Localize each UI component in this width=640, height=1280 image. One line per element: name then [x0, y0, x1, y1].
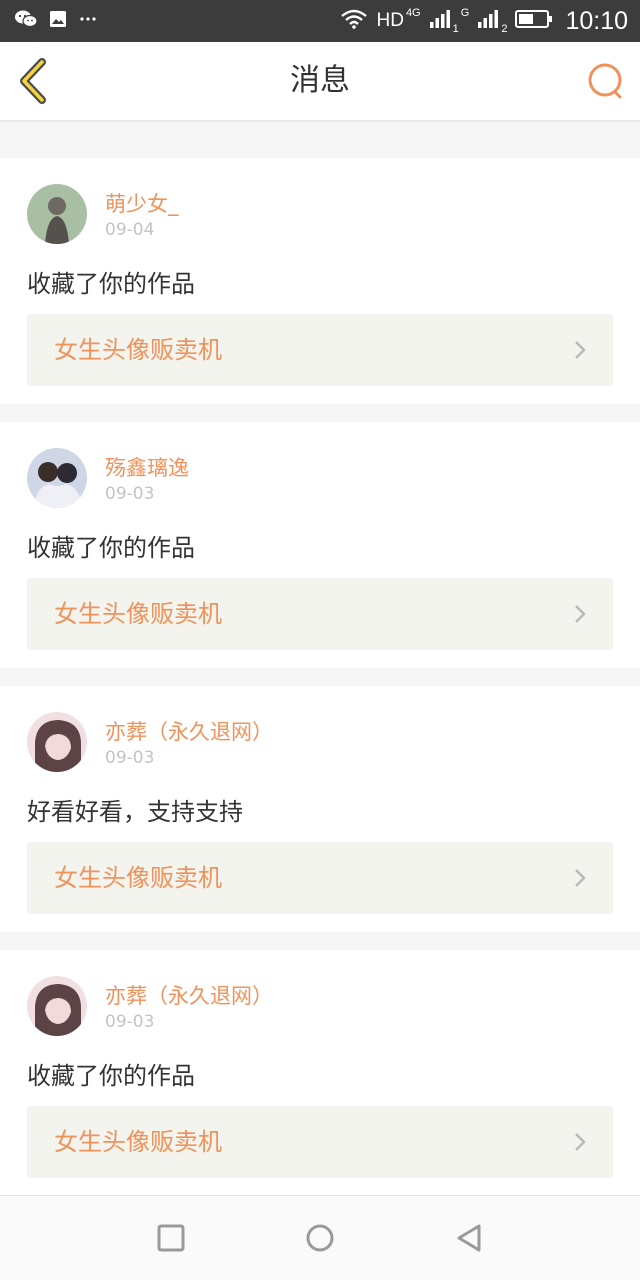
chevron-right-icon — [573, 340, 587, 360]
message-card: 萌少女_ 09-04 收藏了你的作品 女生头像贩卖机 — [0, 158, 640, 404]
work-title: 女生头像贩卖机 — [54, 1128, 222, 1156]
avatar[interactable] — [27, 976, 87, 1036]
username[interactable]: 萌少女_ — [105, 188, 179, 218]
work-title: 女生头像贩卖机 — [54, 336, 222, 364]
navigation-bar — [0, 1195, 640, 1280]
clock: 10:10 — [565, 6, 628, 35]
username[interactable]: 亦葬（永久退网） — [105, 716, 273, 746]
network-label: HD — [376, 10, 404, 31]
avatar[interactable] — [27, 448, 87, 508]
signal-icon — [477, 9, 499, 33]
wifi-icon — [340, 8, 368, 34]
message-date: 09-03 — [105, 484, 155, 504]
search-icon — [586, 63, 626, 105]
more-dots-icon — [78, 9, 98, 33]
network-type: 4G — [405, 7, 421, 19]
message-text: 好看好看，支持支持 — [27, 798, 243, 826]
triangle-back-icon — [453, 1224, 485, 1258]
work-link[interactable]: 女生头像贩卖机 — [27, 1106, 613, 1178]
search-button[interactable] — [586, 61, 626, 101]
signal-icon — [429, 9, 451, 33]
message-date: 09-04 — [105, 220, 155, 240]
username[interactable]: 亦葬（永久退网） — [105, 980, 273, 1010]
message-text: 收藏了你的作品 — [27, 1062, 195, 1090]
sim2-label: 2 — [501, 23, 508, 35]
work-link[interactable]: 女生头像贩卖机 — [27, 578, 613, 650]
sim1-label: 1 — [452, 23, 459, 35]
status-bar-right: HD 4G 1 G 2 10:10 — [340, 0, 628, 42]
message-date: 09-03 — [105, 748, 155, 768]
wechat-icon — [14, 9, 38, 33]
avatar[interactable] — [27, 184, 87, 244]
chevron-right-icon — [573, 1132, 587, 1152]
status-bar: HD 4G 1 G 2 10:10 — [0, 0, 640, 42]
work-title: 女生头像贩卖机 — [54, 600, 222, 628]
message-card: 亦葬（永久退网） 09-03 好看好看，支持支持 女生头像贩卖机 — [0, 686, 640, 932]
recent-apps-button[interactable] — [155, 1222, 187, 1254]
battery-icon — [515, 9, 553, 33]
status-bar-left — [14, 0, 98, 42]
message-card: 亦葬（永久退网） 09-03 收藏了你的作品 女生头像贩卖机 — [0, 950, 640, 1196]
message-card: 殇鑫璃逸 09-03 收藏了你的作品 女生头像贩卖机 — [0, 422, 640, 668]
square-recent-apps-icon — [155, 1224, 187, 1258]
gallery-icon — [48, 9, 68, 33]
back-nav-button[interactable] — [453, 1222, 485, 1254]
message-text: 收藏了你的作品 — [27, 270, 195, 298]
avatar[interactable] — [27, 712, 87, 772]
header: 消息 — [0, 42, 640, 122]
message-list: 萌少女_ 09-04 收藏了你的作品 女生头像贩卖机 殇鑫璃逸 09-03 收藏… — [0, 158, 640, 1214]
page-title: 消息 — [290, 63, 350, 98]
home-button[interactable] — [304, 1222, 336, 1254]
message-date: 09-03 — [105, 1012, 155, 1032]
message-text: 收藏了你的作品 — [27, 534, 195, 562]
circle-home-icon — [304, 1224, 336, 1258]
chevron-right-icon — [573, 868, 587, 888]
username[interactable]: 殇鑫璃逸 — [105, 452, 189, 482]
work-link[interactable]: 女生头像贩卖机 — [27, 314, 613, 386]
work-title: 女生头像贩卖机 — [54, 864, 222, 892]
chevron-right-icon — [573, 604, 587, 624]
sim2-type: G — [460, 7, 470, 19]
work-link[interactable]: 女生头像贩卖机 — [27, 842, 613, 914]
